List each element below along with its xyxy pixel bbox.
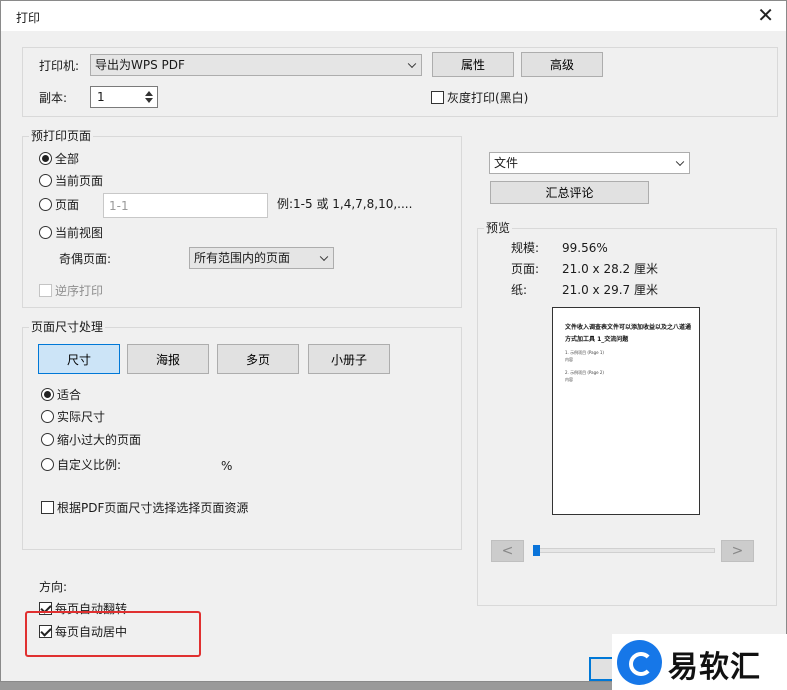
reverse-label: 逆序打印 <box>55 284 104 298</box>
tab-booklet[interactable]: 小册子 <box>308 344 390 374</box>
paper-size-value: 21.0 x 29.7 厘米 <box>562 283 658 297</box>
percent-label: % <box>221 459 233 473</box>
preview-doc-line: 内容 <box>565 377 573 382</box>
fit-label: 适合 <box>57 388 82 402</box>
prev-page-button[interactable]: < <box>491 540 524 562</box>
print-dialog: 打印 ✕ 打印机: 导出为WPS PDF 属性 高级 副本: 1 灰度打印(黑白… <box>0 0 787 682</box>
preview-doc-title: 文件收入调查表文件可以添加收益以及之八道通方式加工具 1_交流问题 <box>565 324 692 343</box>
highlight-box <box>25 611 201 657</box>
chevron-down-icon <box>407 59 417 69</box>
advanced-button[interactable]: 高级 <box>521 52 603 77</box>
range-view-radio[interactable] <box>39 226 52 239</box>
range-pages-radio[interactable] <box>39 198 52 211</box>
pdf-source-label: 根据PDF页面尺寸选择选择页面资源 <box>57 501 249 515</box>
tab-size[interactable]: 尺寸 <box>38 344 120 374</box>
odd-even-value: 所有范围内的页面 <box>194 251 291 265</box>
copies-label: 副本: <box>39 91 68 105</box>
actual-size-radio[interactable] <box>41 410 54 423</box>
preview-doc-line: 内容 <box>565 357 573 362</box>
window-title: 打印 <box>16 11 41 25</box>
spin-up-icon[interactable] <box>145 91 153 96</box>
odd-even-label: 奇偶页面: <box>59 252 112 266</box>
content-select-value: 文件 <box>494 156 519 170</box>
scale-label: 规模: <box>511 241 540 255</box>
grayscale-checkbox[interactable] <box>431 91 444 104</box>
tab-multiple[interactable]: 多页 <box>217 344 299 374</box>
copies-stepper[interactable]: 1 <box>90 86 158 108</box>
copies-value: 1 <box>97 90 105 104</box>
properties-button[interactable]: 属性 <box>432 52 514 77</box>
range-all-radio[interactable] <box>39 152 52 165</box>
page-range-title: 预打印页面 <box>29 129 94 143</box>
scale-value: 99.56% <box>562 241 608 255</box>
page-slider-track[interactable] <box>533 548 715 553</box>
tab-poster[interactable]: 海报 <box>127 344 209 374</box>
custom-scale-radio[interactable] <box>41 458 54 471</box>
grayscale-label: 灰度打印(黑白) <box>447 91 529 105</box>
preview-page: 文件收入调查表文件可以添加收益以及之八道通方式加工具 1_交流问题 1. 示例项… <box>552 307 700 515</box>
pages-hint: 例:1-5 或 1,4,7,8,10,.... <box>277 197 413 211</box>
watermark-text: 易软汇 <box>668 650 761 685</box>
actual-size-label: 实际尺寸 <box>57 410 106 424</box>
odd-even-select[interactable]: 所有范围内的页面 <box>189 247 334 269</box>
close-icon[interactable]: ✕ <box>757 4 774 26</box>
fit-radio[interactable] <box>41 388 54 401</box>
preview-doc-line: 1. 示例项目 (Page 1) <box>565 350 604 355</box>
next-page-button[interactable]: > <box>721 540 754 562</box>
preview-title: 预览 <box>484 221 513 235</box>
page-size-label: 页面: <box>511 262 540 276</box>
pages-input[interactable]: 1-1 <box>103 193 268 218</box>
shrink-label: 缩小过大的页面 <box>57 433 142 447</box>
shrink-radio[interactable] <box>41 433 54 446</box>
page-sizing-title: 页面尺寸处理 <box>29 320 106 334</box>
printer-select-value: 导出为WPS PDF <box>95 58 185 72</box>
chevron-down-icon <box>319 252 329 262</box>
range-view-label: 当前视图 <box>55 226 104 240</box>
chevron-down-icon <box>675 157 685 167</box>
printer-label: 打印机: <box>39 59 80 73</box>
orientation-label: 方向: <box>39 580 68 594</box>
page-slider-thumb[interactable] <box>533 545 540 556</box>
reverse-checkbox[interactable] <box>39 284 52 297</box>
page-size-value: 21.0 x 28.2 厘米 <box>562 262 658 276</box>
paper-size-label: 纸: <box>511 283 528 297</box>
range-current-label: 当前页面 <box>55 174 104 188</box>
summarize-comments-button[interactable]: 汇总评论 <box>490 181 649 204</box>
range-pages-label: 页面 <box>55 198 80 212</box>
custom-scale-label: 自定义比例: <box>57 458 122 472</box>
range-current-radio[interactable] <box>39 174 52 187</box>
pdf-source-checkbox[interactable] <box>41 501 54 514</box>
printer-select[interactable]: 导出为WPS PDF <box>90 54 422 76</box>
preview-doc-line: 2. 示例项目 (Page 2) <box>565 370 604 375</box>
content-select[interactable]: 文件 <box>489 152 690 174</box>
range-all-label: 全部 <box>55 152 80 166</box>
brand-logo-icon <box>617 640 662 685</box>
title-bar: 打印 ✕ <box>1 1 786 31</box>
spin-down-icon[interactable] <box>145 98 153 103</box>
